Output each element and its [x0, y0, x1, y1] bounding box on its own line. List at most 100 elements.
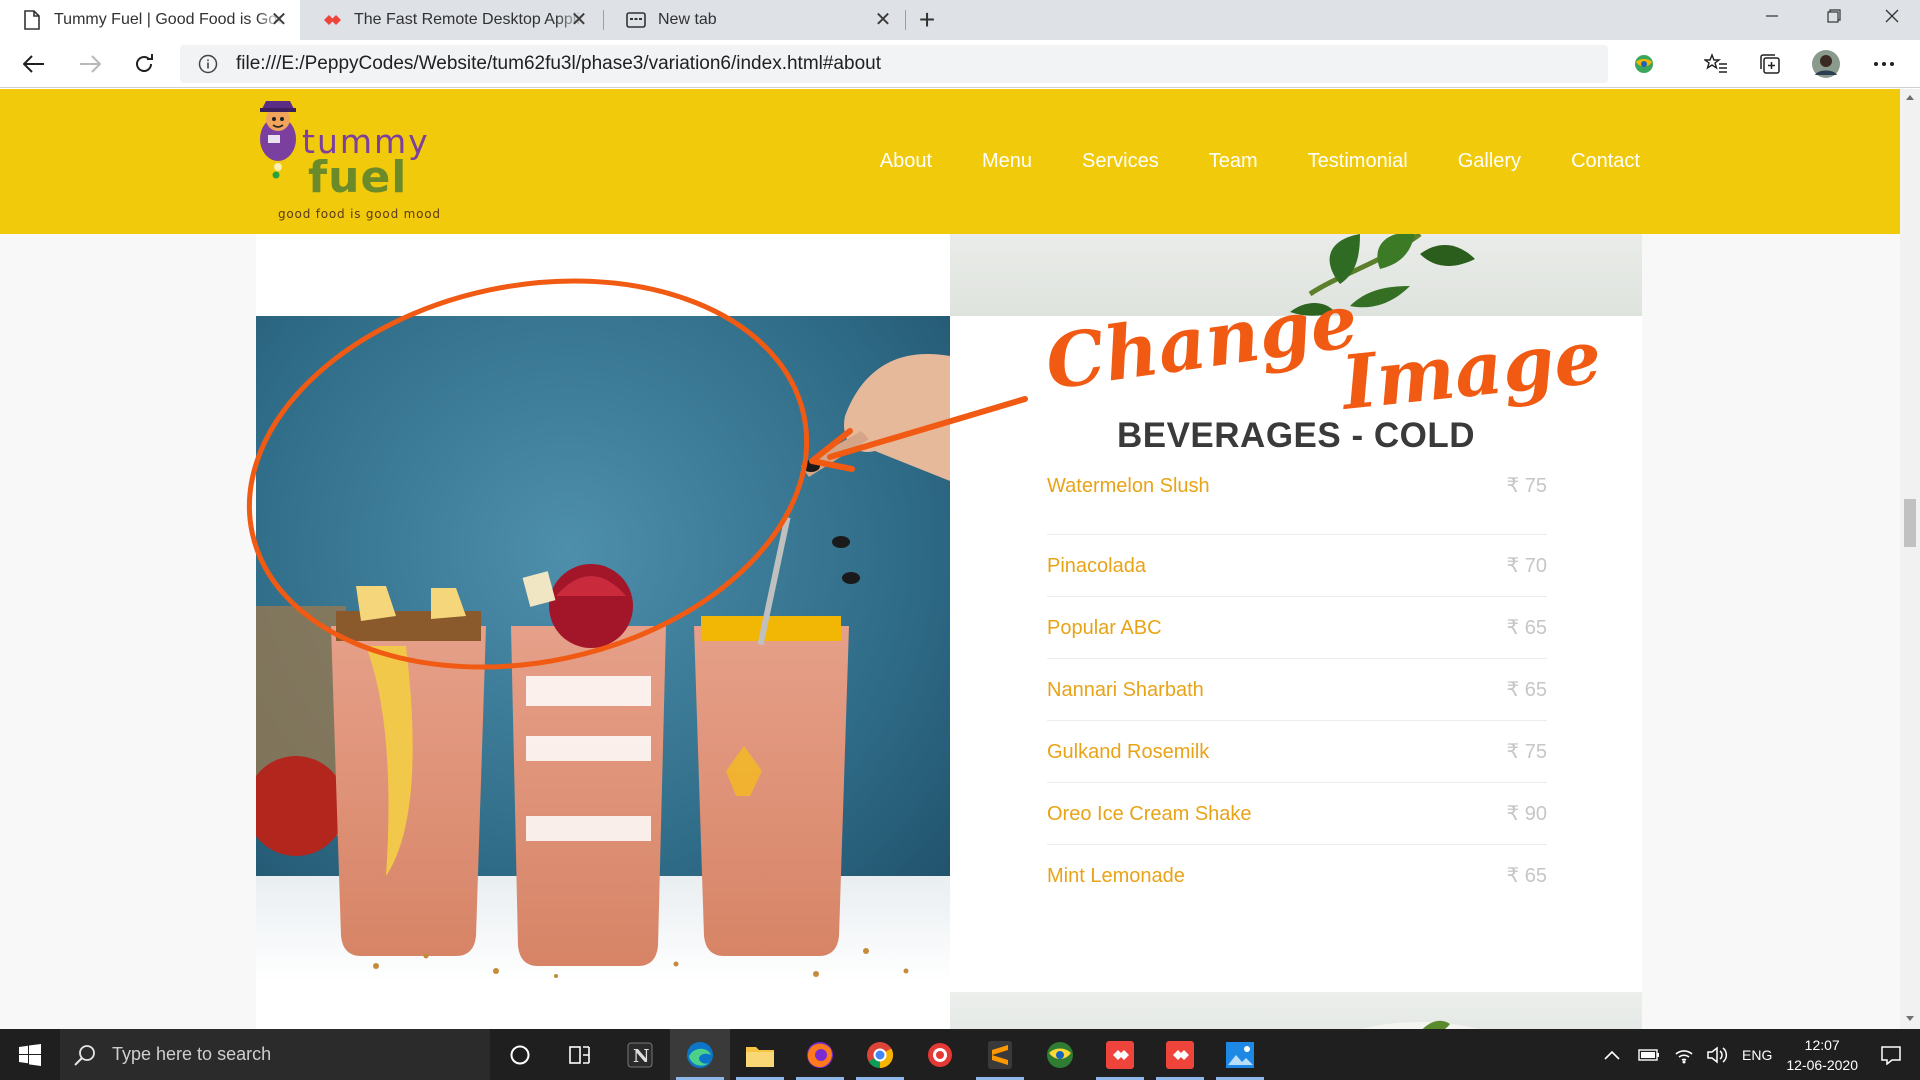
menu-item: Pinacolada ₹ 70	[1047, 535, 1547, 597]
address-url: file:///E:/PeppyCodes/Website/tum62fu3l/…	[236, 53, 881, 74]
food-image-bottom	[950, 992, 1642, 1029]
restore-button[interactable]	[1806, 0, 1862, 32]
menu-item: Mint Lemonade ₹ 65	[1047, 845, 1547, 907]
collections-icon[interactable]	[1752, 46, 1788, 82]
nav-team[interactable]: Team	[1209, 150, 1258, 173]
menu-item-price: ₹ 65	[1506, 865, 1547, 887]
menu-category-title: BEVERAGES - COLD	[1116, 416, 1476, 455]
tab-tummy-fuel[interactable]: Tummy Fuel | Good Food is Good Mood ✕	[0, 0, 300, 40]
menu-section: BEVERAGES - COLD Watermelon Slush ₹ 75 P…	[256, 234, 1642, 1029]
nav-testimonial[interactable]: Testimonial	[1308, 150, 1408, 173]
minimize-button[interactable]	[1744, 0, 1800, 32]
menu-item: Oreo Ice Cream Shake ₹ 90	[1047, 783, 1547, 845]
refresh-button[interactable]	[126, 46, 162, 82]
taskbar-search-box[interactable]: Type here to search	[60, 1029, 490, 1080]
site-info-icon[interactable]	[198, 54, 218, 74]
close-tab-icon[interactable]: ✕	[268, 9, 290, 31]
menu-item-name: Nannari Sharbath	[1047, 679, 1204, 701]
search-icon	[74, 1044, 95, 1066]
menu-item-name: Gulkand Rosemilk	[1047, 741, 1210, 763]
close-window-button[interactable]	[1864, 0, 1920, 32]
forward-button[interactable]	[72, 46, 108, 82]
tummy-fuel-logo[interactable]: tummy fuel good food is good mood	[250, 97, 450, 227]
menu-item-name: Mint Lemonade	[1047, 865, 1185, 887]
firefox-icon[interactable]	[790, 1029, 850, 1080]
chevron-up-icon[interactable]	[1604, 1050, 1620, 1060]
new-tab-page-icon	[626, 10, 646, 30]
page-viewport: tummy fuel good food is good mood About …	[0, 89, 1900, 1029]
windows-taskbar: Type here to search N ENG 12:07 12-06-20…	[0, 1029, 1920, 1080]
edge-browser-icon[interactable]	[670, 1029, 730, 1080]
notion-app-icon[interactable]: N	[610, 1029, 670, 1080]
wifi-icon[interactable]	[1674, 1046, 1694, 1064]
cortana-icon[interactable]	[490, 1029, 550, 1080]
main-nav: About Menu Services Team Testimonial Gal…	[830, 89, 1640, 234]
sublime-text-icon[interactable]	[970, 1029, 1030, 1080]
tab-divider	[905, 10, 906, 30]
menu-item-list: Watermelon Slush ₹ 75 Pinacolada ₹ 70 Po…	[1047, 473, 1547, 907]
start-button[interactable]	[0, 1029, 60, 1080]
logo-tagline: good food is good mood	[278, 207, 441, 221]
screen-recorder-icon[interactable]	[910, 1029, 970, 1080]
menu-item-name: Pinacolada	[1047, 555, 1146, 577]
photos-app-icon[interactable]	[1210, 1029, 1270, 1080]
menu-item-name: Watermelon Slush	[1047, 475, 1210, 497]
browser-toolbar: file:///E:/PeppyCodes/Website/tum62fu3l/…	[0, 40, 1920, 88]
address-bar[interactable]: file:///E:/PeppyCodes/Website/tum62fu3l/…	[180, 45, 1608, 83]
menu-item: Watermelon Slush ₹ 75	[1047, 473, 1547, 535]
menu-item-price: ₹ 75	[1506, 475, 1547, 497]
file-explorer-icon[interactable]	[730, 1029, 790, 1080]
browser-tab-strip: Tummy Fuel | Good Food is Good Mood ✕ Th…	[0, 0, 1920, 40]
scrollbar-thumb[interactable]	[1904, 499, 1916, 547]
tab-new-tab[interactable]: New tab ✕	[604, 0, 904, 40]
tab-title: New tab	[658, 11, 717, 28]
clock-time: 12:07	[1804, 1036, 1840, 1053]
nav-menu[interactable]: Menu	[982, 150, 1032, 173]
greens-image-top	[950, 234, 1642, 316]
svg-text:N: N	[633, 1046, 649, 1067]
nav-gallery[interactable]: Gallery	[1458, 150, 1521, 173]
site-header: tummy fuel good food is good mood About …	[0, 89, 1900, 234]
menu-item-price: ₹ 65	[1506, 679, 1547, 701]
tab-title: Tummy Fuel | Good Food is Good Mood	[54, 11, 284, 28]
extension-icon[interactable]	[1626, 46, 1662, 82]
close-tab-icon[interactable]: ✕	[568, 9, 590, 31]
favorites-icon[interactable]	[1698, 46, 1734, 82]
menu-item-price: ₹ 70	[1506, 555, 1547, 577]
menu-item: Gulkand Rosemilk ₹ 75	[1047, 721, 1547, 783]
input-language[interactable]: ENG	[1742, 1047, 1772, 1063]
volume-icon[interactable]	[1706, 1045, 1728, 1064]
more-menu-icon[interactable]	[1866, 46, 1902, 82]
task-view-icon[interactable]	[550, 1029, 610, 1080]
anydesk-app-icon[interactable]	[1090, 1029, 1150, 1080]
clock-date: 12-06-2020	[1786, 1056, 1858, 1073]
new-tab-button[interactable]: +	[912, 4, 942, 36]
menu-item-price: ₹ 90	[1506, 803, 1547, 825]
nav-about[interactable]: About	[880, 150, 932, 173]
chrome-icon[interactable]	[850, 1029, 910, 1080]
back-button[interactable]	[16, 46, 52, 82]
tab-remote-desktop[interactable]: The Fast Remote Desktop Application ✕	[300, 0, 600, 40]
anydesk-app-icon-2[interactable]	[1150, 1029, 1210, 1080]
menu-item: Nannari Sharbath ₹ 65	[1047, 659, 1547, 721]
logo-word-fuel: fuel	[308, 152, 408, 203]
close-tab-icon[interactable]: ✕	[872, 9, 894, 31]
nav-contact[interactable]: Contact	[1571, 150, 1640, 173]
maps-app-icon[interactable]	[1030, 1029, 1090, 1080]
smoothie-glasses-image	[256, 316, 950, 982]
menu-card: BEVERAGES - COLD Watermelon Slush ₹ 75 P…	[950, 316, 1642, 992]
nav-services[interactable]: Services	[1082, 150, 1159, 173]
notifications-icon[interactable]	[1880, 1045, 1902, 1065]
menu-item: Popular ABC ₹ 65	[1047, 597, 1547, 659]
tab-title: The Fast Remote Desktop Application	[354, 11, 584, 28]
menu-item-price: ₹ 75	[1506, 741, 1547, 763]
profile-avatar[interactable]	[1808, 46, 1844, 82]
system-tray: ENG 12:07 12-06-2020	[1604, 1029, 1920, 1080]
menu-item-name: Popular ABC	[1047, 617, 1162, 639]
anydesk-icon	[322, 10, 342, 30]
battery-icon[interactable]	[1638, 1048, 1660, 1062]
clock[interactable]: 12:07 12-06-2020	[1786, 1035, 1858, 1075]
search-placeholder: Type here to search	[112, 1044, 272, 1064]
page-scrollbar[interactable]	[1900, 89, 1920, 1029]
menu-item-name: Oreo Ice Cream Shake	[1047, 803, 1252, 825]
